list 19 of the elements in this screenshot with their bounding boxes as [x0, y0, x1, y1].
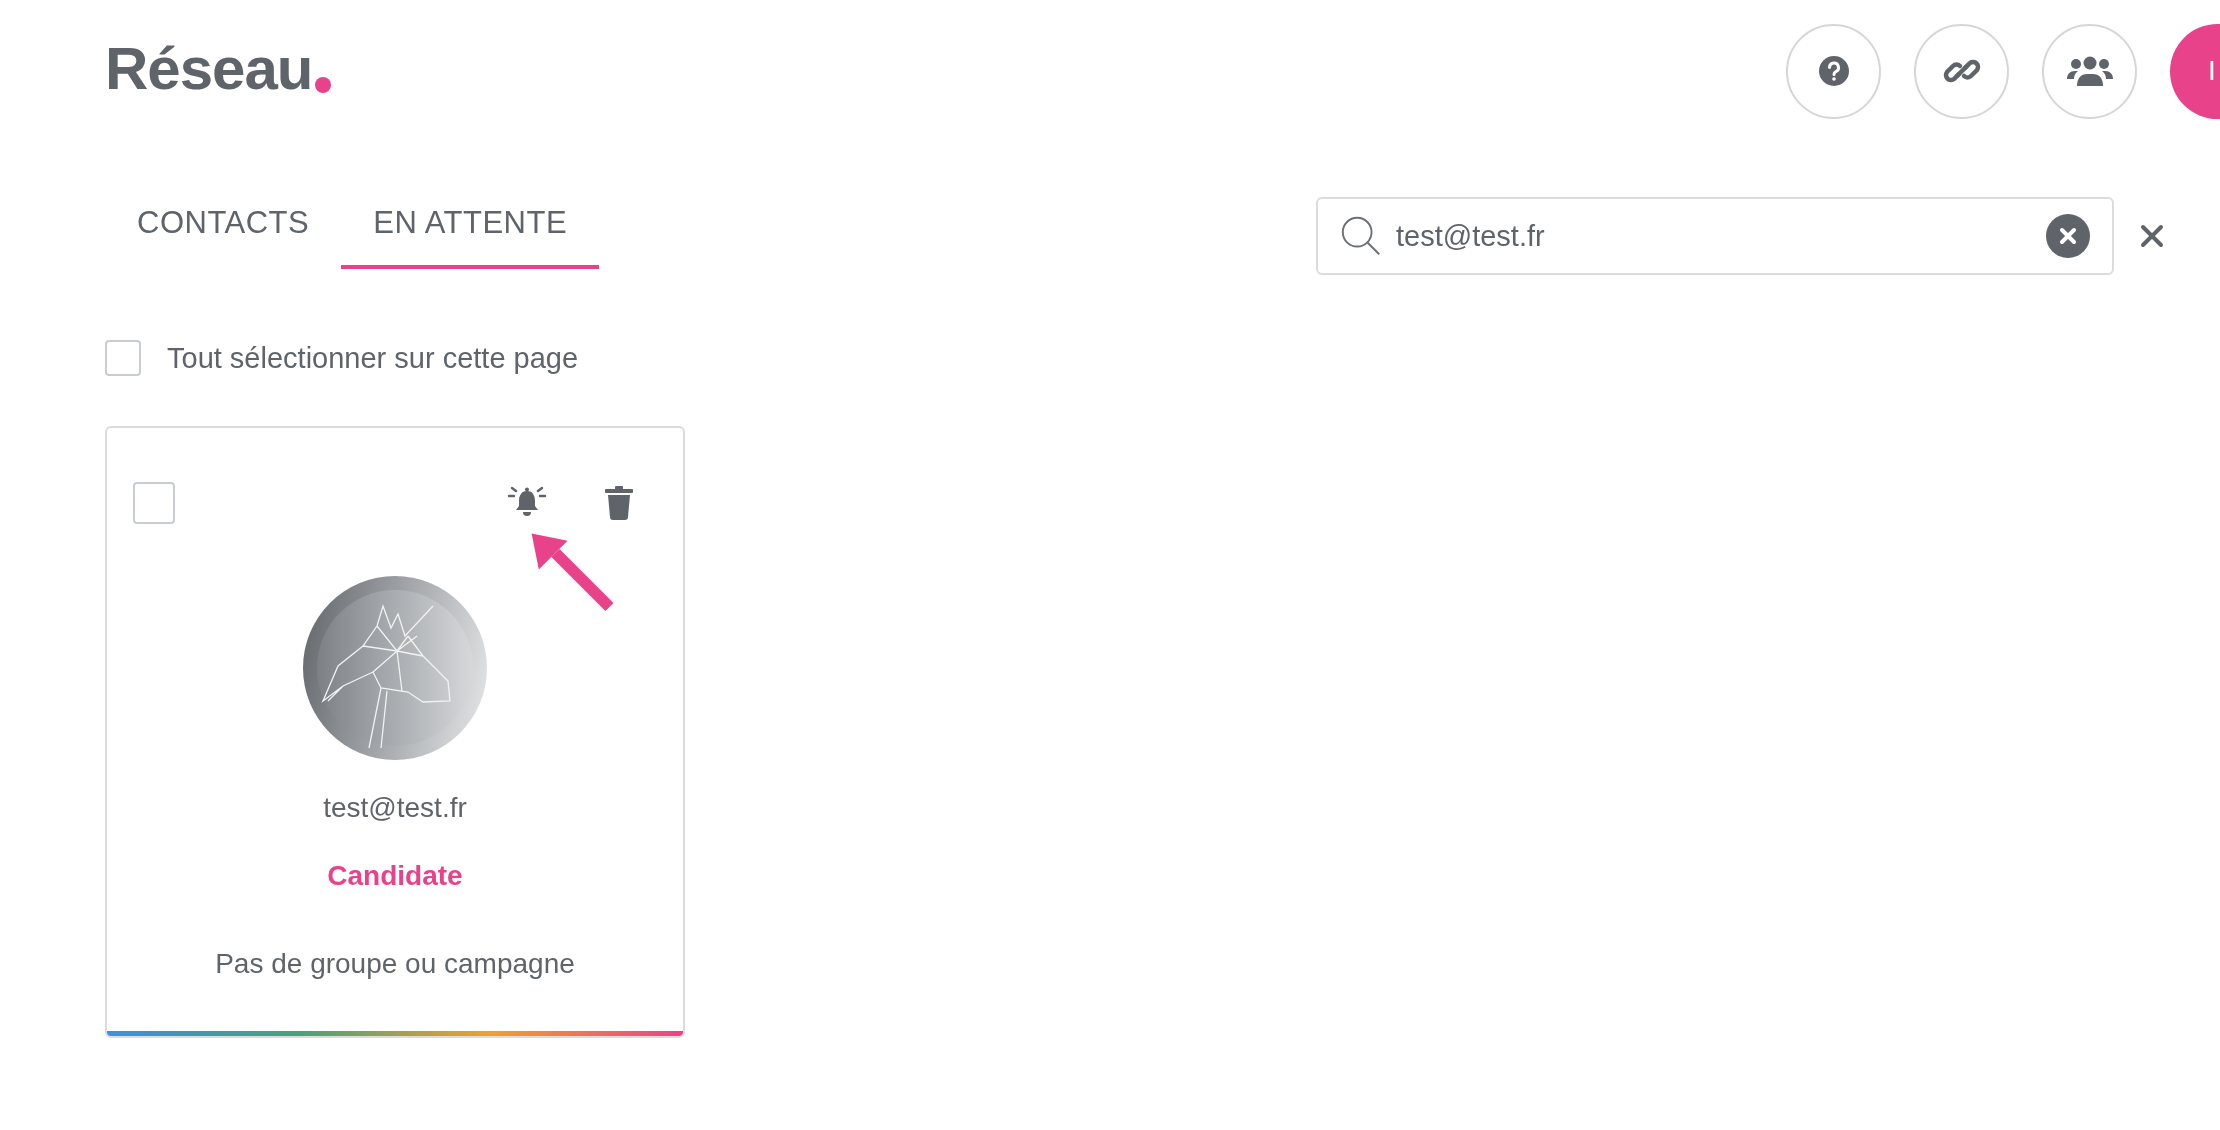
tab[interactable]: CONTACTS — [105, 197, 342, 269]
contact-status: Candidate — [327, 860, 463, 892]
card-checkbox[interactable] — [133, 482, 175, 524]
logo: Réseau — [105, 39, 332, 99]
close-button[interactable] — [2140, 224, 2164, 248]
question-icon — [1817, 55, 1850, 87]
clear-button[interactable] — [2046, 214, 2090, 258]
select-all-checkbox[interactable] — [105, 340, 141, 376]
logo-dot-icon — [315, 77, 332, 93]
users-icon — [2065, 55, 2114, 87]
contact-email: test@test.fr — [323, 792, 467, 824]
close-icon — [2140, 224, 2164, 248]
clear-icon — [2046, 214, 2090, 258]
trash-icon[interactable] — [605, 486, 633, 520]
select-all-label: Tout sélectionner sur cette page — [167, 341, 579, 375]
invite-button[interactable]: I — [2170, 23, 2220, 119]
tab[interactable]: EN ATTENTE — [341, 197, 600, 269]
search-field[interactable]: test@test.fr — [1316, 197, 2114, 275]
contact-groups: Pas de groupe ou campagne — [215, 948, 575, 980]
